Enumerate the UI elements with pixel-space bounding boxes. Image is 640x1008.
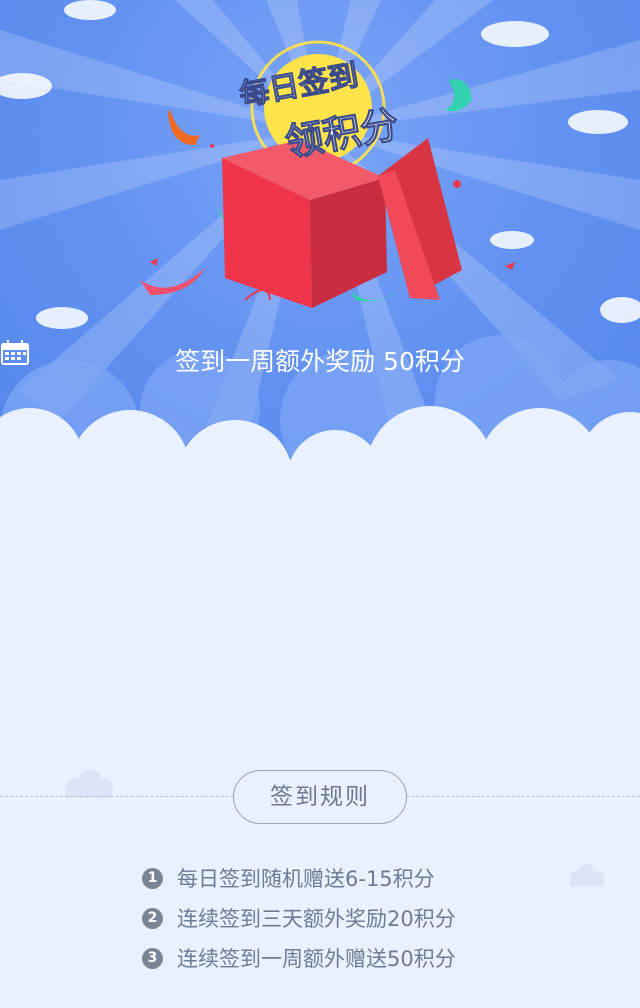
decor-cloud-left bbox=[66, 770, 113, 798]
weekly-bonus-text: 签到一周额外奖励 50积分 bbox=[175, 347, 465, 376]
rule-text: 连续签到三天额外奖励20积分 bbox=[177, 907, 456, 931]
rules-list: 1 每日签到随机赠送6-15积分 2 连续签到三天额外奖励20积分 3 连续签到… bbox=[142, 858, 456, 978]
hero-illustration: 每日签到 领积分 bbox=[0, 0, 640, 470]
rule-text: 连续签到一周额外赠送50积分 bbox=[177, 947, 456, 971]
hero-banner: 每日签到 领积分 签到一周额外奖励 50积分 bbox=[0, 0, 640, 470]
rule-item: 2 连续签到三天额外奖励20积分 bbox=[142, 898, 456, 938]
rules-title: 签到规则 bbox=[233, 770, 407, 824]
weekly-bonus: 签到一周额外奖励 50积分 bbox=[0, 340, 640, 380]
rule-item: 3 连续签到一周额外赠送50积分 bbox=[142, 938, 456, 978]
rule-number: 2 bbox=[142, 907, 163, 929]
rule-text: 每日签到随机赠送6-15积分 bbox=[177, 867, 435, 891]
calendar-icon bbox=[1, 340, 29, 365]
rule-item: 1 每日签到随机赠送6-15积分 bbox=[142, 858, 456, 898]
gift-box bbox=[222, 138, 462, 308]
rule-number: 1 bbox=[142, 867, 163, 889]
decor-cloud-right bbox=[570, 864, 604, 886]
rule-number: 3 bbox=[142, 947, 163, 969]
